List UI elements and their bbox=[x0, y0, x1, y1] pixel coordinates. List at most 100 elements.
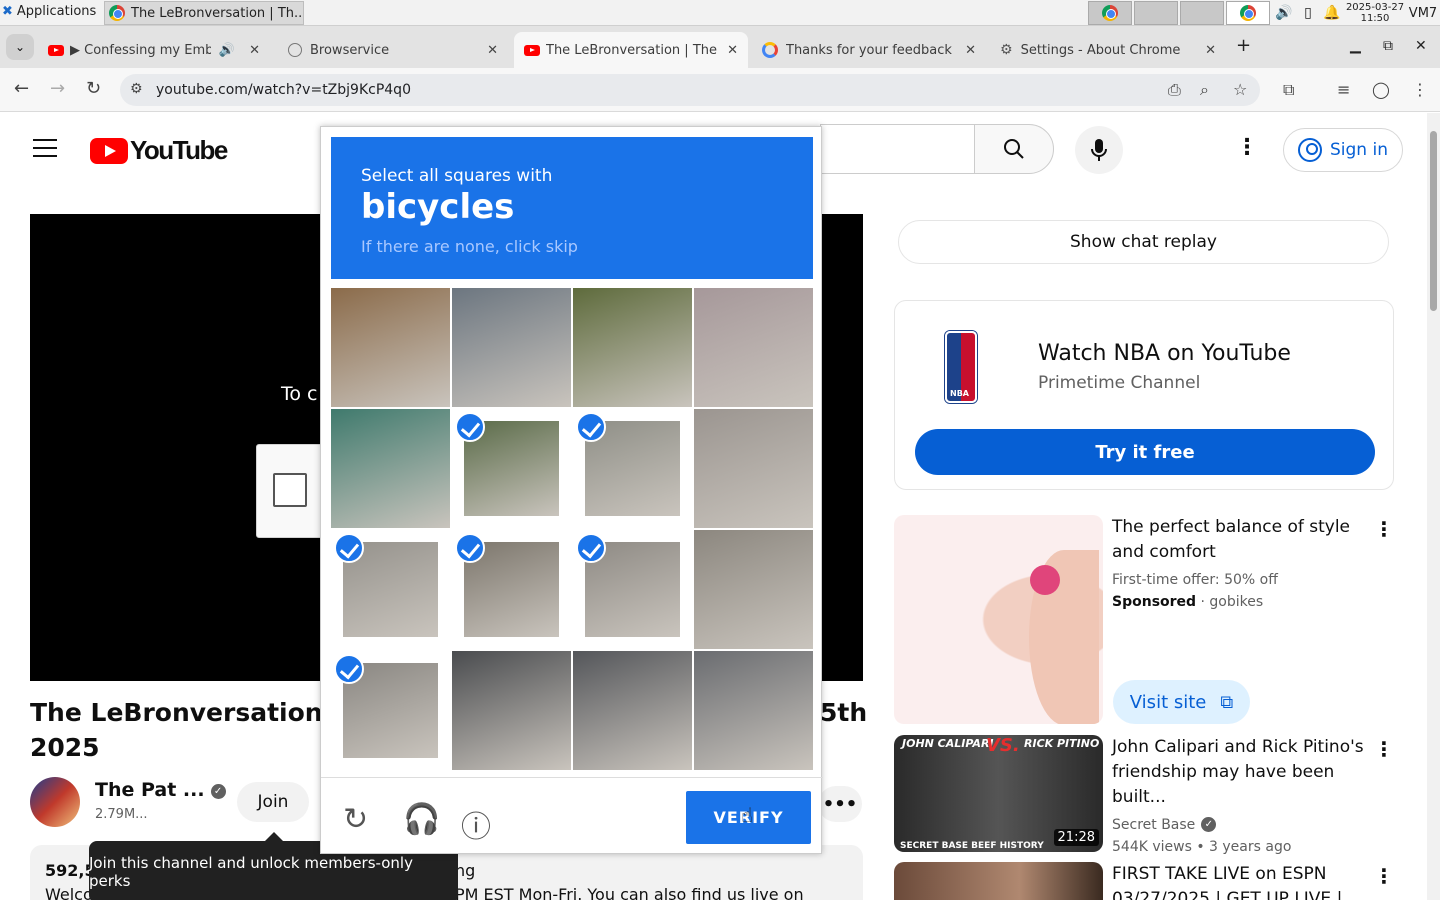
search-button[interactable] bbox=[974, 124, 1054, 174]
close-icon[interactable]: ✕ bbox=[727, 43, 738, 58]
captcha-hint: If there are none, click skip bbox=[361, 237, 578, 256]
youtube-icon bbox=[524, 44, 540, 56]
tab-browservice[interactable]: Browservice ✕ bbox=[278, 32, 508, 68]
search-input[interactable] bbox=[820, 124, 975, 174]
captcha-tile[interactable] bbox=[331, 288, 450, 407]
new-tab-button[interactable]: + bbox=[1236, 35, 1251, 56]
captcha-tile[interactable] bbox=[452, 651, 571, 770]
settings-kebab-icon[interactable]: ⋮ bbox=[1236, 135, 1258, 160]
captcha-tile[interactable] bbox=[452, 288, 571, 407]
clock-date: 2025-03-27 bbox=[1345, 2, 1405, 13]
site-info-icon[interactable]: ⚙ bbox=[130, 81, 143, 97]
related-video-item[interactable]: FIRST TAKE LIVE on ESPN 03/27/2025 | GET… bbox=[1112, 862, 1394, 900]
captcha-tile[interactable] bbox=[331, 651, 450, 770]
join-button[interactable]: Join bbox=[237, 782, 309, 822]
scrollbar-thumb[interactable] bbox=[1430, 131, 1437, 311]
reload-button[interactable]: ↻ bbox=[86, 78, 101, 99]
media-controls-icon[interactable]: ≡ bbox=[1337, 80, 1350, 99]
minimize-button[interactable]: ▁ bbox=[1350, 38, 1361, 54]
tab-lebronversation[interactable]: The LeBronversation | The ✕ bbox=[514, 32, 748, 68]
tab-search-button[interactable]: ⌄ bbox=[6, 34, 34, 60]
workspace-3[interactable] bbox=[1180, 1, 1224, 25]
more-actions-button[interactable]: ••• bbox=[818, 786, 862, 822]
close-icon[interactable]: ✕ bbox=[487, 43, 498, 58]
recaptcha-checkbox[interactable] bbox=[273, 473, 307, 507]
close-icon[interactable]: ✕ bbox=[1205, 43, 1216, 58]
notification-bell-icon[interactable]: 🔔 bbox=[1320, 5, 1344, 21]
workspace-4[interactable] bbox=[1226, 1, 1270, 25]
flower-image bbox=[1030, 565, 1060, 595]
captcha-tile[interactable] bbox=[694, 530, 813, 649]
info-icon[interactable]: ⓘ bbox=[461, 802, 491, 846]
captcha-tile[interactable] bbox=[331, 409, 450, 528]
captcha-tile[interactable] bbox=[331, 530, 450, 649]
taskbar-window-button[interactable]: The LeBronversation | Th... bbox=[104, 1, 304, 25]
battery-icon[interactable]: ▯ bbox=[1296, 5, 1320, 21]
workspace-2[interactable] bbox=[1134, 1, 1178, 25]
bookmark-star-icon[interactable]: ☆ bbox=[1233, 80, 1247, 99]
close-window-button[interactable]: ✕ bbox=[1415, 38, 1427, 54]
subscriber-count: 2.79M... bbox=[95, 807, 148, 822]
clock[interactable]: 2025-03-27 11:50 bbox=[1344, 2, 1406, 24]
show-chat-replay-button[interactable]: Show chat replay bbox=[898, 220, 1389, 264]
back-button[interactable]: ← bbox=[14, 78, 29, 99]
tab-feedback[interactable]: Thanks for your feedback ✕ bbox=[752, 32, 986, 68]
captcha-tile[interactable] bbox=[452, 530, 571, 649]
audio-challenge-headphones-icon[interactable]: 🎧 bbox=[403, 802, 440, 837]
chrome-menu-icon[interactable]: ⋮ bbox=[1412, 80, 1428, 99]
close-icon[interactable]: ✕ bbox=[965, 43, 976, 58]
volume-icon[interactable]: 🔊 bbox=[1272, 5, 1296, 21]
video-menu-kebab-icon[interactable]: ⋮ bbox=[1374, 864, 1394, 888]
ad-menu-kebab-icon[interactable]: ⋮ bbox=[1374, 517, 1394, 541]
profile-icon[interactable]: ◯ bbox=[1372, 80, 1390, 99]
captcha-tile-image bbox=[694, 409, 813, 528]
nba-logo-text: NBA bbox=[950, 389, 969, 398]
close-icon[interactable]: ✕ bbox=[249, 43, 260, 58]
captcha-tile[interactable] bbox=[573, 288, 692, 407]
nba-promo-card: NBA Watch NBA on YouTube Primetime Chann… bbox=[894, 300, 1394, 490]
video-menu-kebab-icon[interactable]: ⋮ bbox=[1374, 737, 1394, 761]
verified-badge-icon: ✓ bbox=[210, 784, 226, 799]
youtube-logo-text: YouTube bbox=[130, 135, 228, 165]
extensions-icon[interactable]: ⧉ bbox=[1283, 80, 1294, 100]
try-it-free-button[interactable]: Try it free bbox=[915, 429, 1375, 475]
tab-settings[interactable]: ⚙ Settings - About Chrome ✕ bbox=[990, 32, 1226, 68]
related-video-item[interactable]: John Calipari and Rick Pitino's friendsh… bbox=[1112, 735, 1394, 858]
youtube-logo[interactable]: YouTube bbox=[90, 135, 228, 166]
applications-menu[interactable]: ✖ Applications bbox=[2, 4, 96, 19]
captcha-tile-image bbox=[573, 288, 692, 407]
captcha-tile-image bbox=[573, 651, 692, 770]
workspace-1[interactable] bbox=[1088, 1, 1132, 25]
captcha-tile[interactable] bbox=[694, 288, 813, 407]
hamburger-menu-icon[interactable] bbox=[33, 139, 57, 163]
reload-challenge-icon[interactable]: ↻ bbox=[343, 802, 368, 837]
chrome-icon bbox=[1240, 5, 1256, 21]
captcha-tile[interactable] bbox=[573, 530, 692, 649]
tab-confessing[interactable]: ▶ Confessing my Emba 🔊 ✕ bbox=[38, 32, 270, 68]
ad-item[interactable]: The perfect balance of style and comfort… bbox=[1112, 515, 1394, 613]
captcha-tile[interactable] bbox=[452, 409, 571, 528]
related-video-meta: 544K views • 3 years ago bbox=[1112, 839, 1292, 855]
captcha-tile[interactable] bbox=[694, 651, 813, 770]
install-app-icon[interactable]: ⎙ bbox=[1168, 80, 1181, 100]
channel-avatar[interactable] bbox=[30, 777, 80, 827]
channel-name[interactable]: The Pat ... ✓ bbox=[95, 779, 226, 801]
video-thumbnail-first-take[interactable] bbox=[894, 862, 1103, 900]
video-thumbnail-calipari[interactable]: JOHN CALIPARI VS. RICK PITINO SECRET BAS… bbox=[894, 735, 1103, 852]
page-scrollbar[interactable] bbox=[1427, 113, 1440, 900]
captcha-footer: ↻ 🎧 ⓘ VERIFY ☝ bbox=[321, 777, 823, 855]
captcha-tile[interactable] bbox=[694, 409, 813, 528]
captcha-prompt: Select all squares with bicycles If ther… bbox=[331, 137, 813, 279]
address-bar[interactable]: ⚙ youtube.com/watch?v=tZbj9KcP4q0 bbox=[120, 74, 1260, 106]
captcha-tile[interactable] bbox=[573, 651, 692, 770]
maximize-button[interactable]: ⧉ bbox=[1383, 38, 1393, 54]
sign-in-button[interactable]: Sign in bbox=[1283, 128, 1403, 172]
speaker-icon[interactable]: 🔊 bbox=[219, 43, 235, 58]
selected-checkmark-icon bbox=[455, 533, 485, 563]
captcha-tile[interactable] bbox=[573, 409, 692, 528]
visit-site-button[interactable]: Visit site ⧉ bbox=[1113, 680, 1250, 724]
voice-search-button[interactable] bbox=[1075, 126, 1123, 174]
zoom-icon[interactable]: ⌕ bbox=[1200, 80, 1209, 100]
forward-button[interactable]: → bbox=[50, 78, 65, 99]
ad-thumbnail[interactable] bbox=[894, 515, 1103, 724]
